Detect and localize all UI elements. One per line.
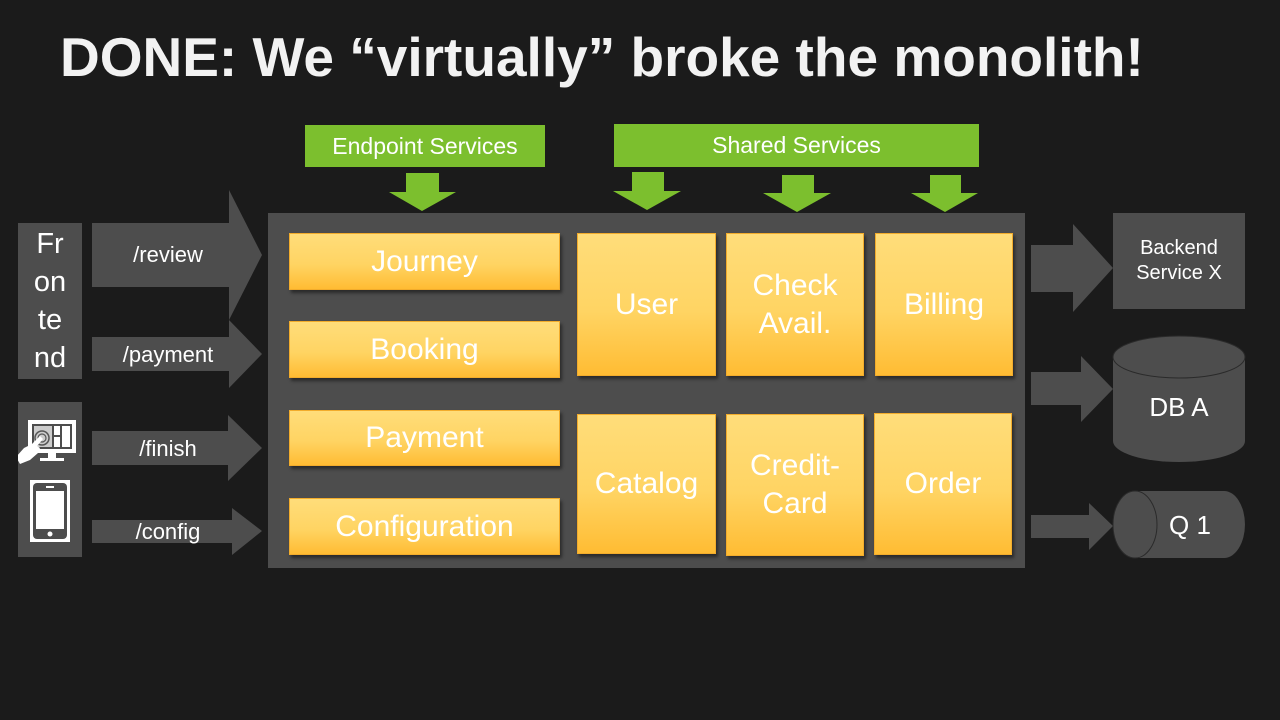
service-billing: Billing: [875, 233, 1013, 376]
down-arrow-shared-check-avail: [763, 175, 831, 212]
endpoint-label-review: /review: [133, 242, 203, 267]
shared-services-label: Shared Services: [614, 124, 979, 167]
service-label: Catalog: [594, 467, 699, 500]
backend-service-x: Backend Service X: [1113, 213, 1245, 309]
service-label: Payment: [365, 421, 484, 454]
database-label: DB A: [1149, 392, 1209, 422]
service-catalog: Catalog: [577, 414, 716, 554]
service-user: User: [577, 233, 716, 376]
down-arrow-shared-billing: [911, 175, 978, 212]
queue-label: Q 1: [1169, 510, 1211, 540]
frontend-label-line: on: [33, 266, 67, 298]
endpoint-label-payment: /payment: [122, 342, 214, 367]
service-booking: Booking: [289, 321, 560, 378]
service-check-avail: Check Avail.: [726, 233, 864, 376]
service-label: Configuration: [335, 509, 514, 543]
service-order: Order: [874, 413, 1012, 555]
smartphone-icon: [30, 480, 70, 542]
service-label-line: Check: [752, 268, 838, 302]
device-clients: [18, 402, 82, 557]
backend-arrow-service: [1031, 224, 1113, 312]
frontend-client: Fr on te nd: [18, 223, 82, 379]
service-payment: Payment: [289, 410, 560, 466]
frontend-label-line: te: [37, 304, 63, 336]
backend-arrow-queue: [1031, 503, 1113, 550]
service-label-line: Credit-: [749, 449, 840, 482]
frontend-label-line: Fr: [36, 228, 64, 260]
endpoint-services-label: Endpoint Services: [305, 125, 545, 167]
down-arrow-endpoint-services: [389, 173, 456, 211]
service-label-line: Card: [762, 487, 828, 520]
service-credit-card: Credit- Card: [726, 414, 864, 556]
endpoint-label-config: /config: [135, 519, 201, 544]
endpoint-label-finish: /finish: [139, 436, 197, 461]
frontend-label-line: nd: [33, 342, 67, 374]
backend-arrow-database: [1031, 356, 1113, 422]
service-label: User: [614, 287, 679, 321]
backend-label-line: Backend: [1140, 237, 1218, 259]
backend-label-line: Service X: [1136, 262, 1222, 284]
service-journey: Journey: [289, 233, 560, 290]
service-label: Billing: [903, 287, 985, 321]
service-label: Journey: [371, 244, 478, 278]
touchscreen-monitor-icon: [18, 420, 76, 464]
down-arrow-shared-user: [613, 172, 681, 210]
service-label: Booking: [370, 332, 479, 366]
service-label: Order: [904, 467, 982, 500]
service-configuration: Configuration: [289, 498, 560, 555]
service-label-line: Avail.: [758, 306, 832, 340]
